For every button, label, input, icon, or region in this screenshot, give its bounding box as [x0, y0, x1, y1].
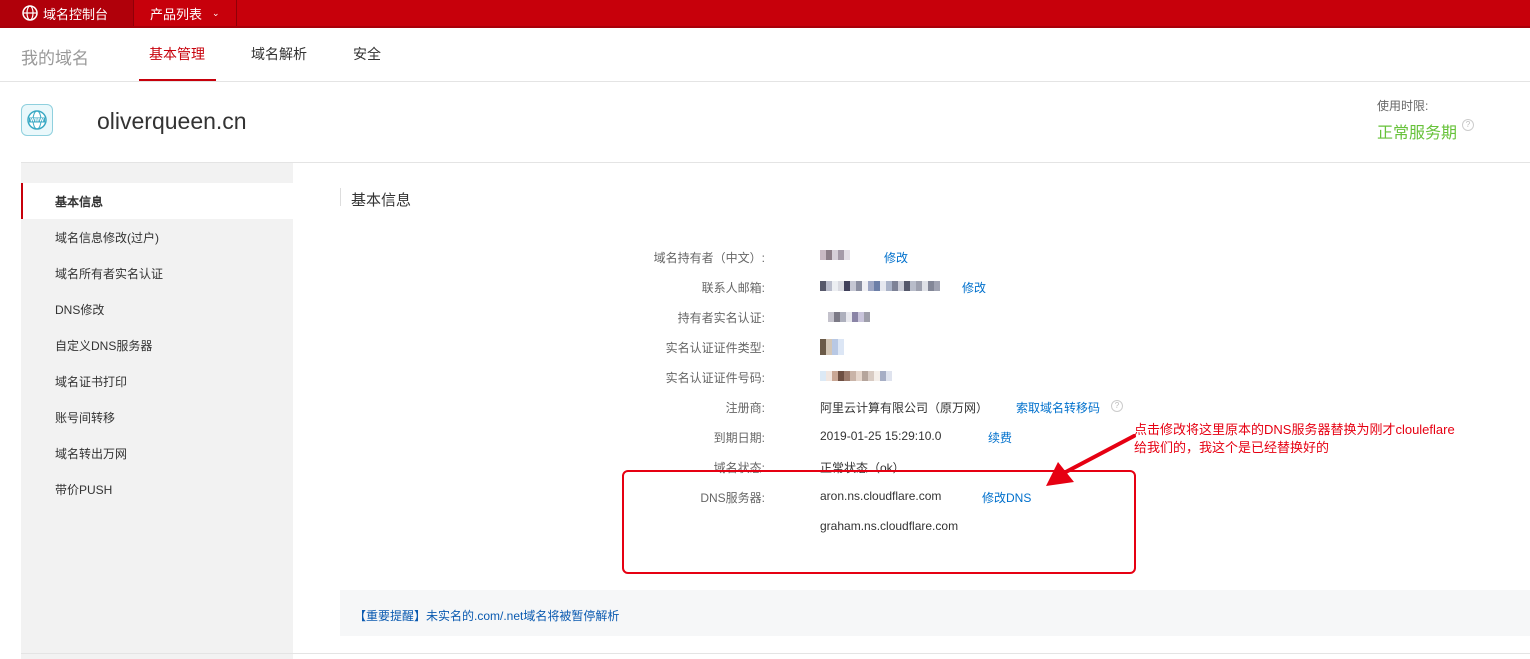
email-modify-link[interactable]: 修改	[962, 279, 986, 296]
annotation-arrow-icon	[1046, 434, 1136, 486]
help-question-icon[interactable]: ?	[1111, 400, 1123, 412]
realname-label: 持有者实名认证:	[677, 311, 765, 325]
sidebar: 基本信息 域名信息修改(过户) 域名所有者实名认证 DNS修改 自定义DNS服务…	[21, 163, 293, 659]
sidebar-item-dns-modify[interactable]: DNS修改	[21, 291, 293, 327]
sidebar-item-modify-info[interactable]: 域名信息修改(过户)	[21, 219, 293, 255]
domain-name: oliverqueen.cn	[97, 108, 247, 134]
redacted-cert-type	[820, 339, 844, 355]
use-period-label: 使用时限:	[1377, 99, 1429, 113]
holder-modify-link[interactable]: 修改	[884, 249, 908, 266]
annotation-text: 点击修改将这里原本的DNS服务器替换为刚才clouleflare 给我们的，我这…	[1134, 421, 1455, 457]
email-label: 联系人邮箱:	[701, 281, 765, 295]
expiry-label: 到期日期:	[713, 431, 765, 445]
page-nav: 我的域名 基本管理 域名解析 安全	[0, 28, 1530, 82]
important-notice: 【重要提醒】未实名的.com/.net域名将被暂停解析	[340, 590, 1530, 636]
chevron-down-icon: ⌄	[212, 7, 220, 18]
registrar-value: 阿里云计算有限公司（原万网）	[820, 401, 989, 415]
console-home-link[interactable]: 域名控制台	[0, 0, 134, 26]
section-title: 基本信息	[351, 192, 412, 209]
cert-type-label: 实名认证证件类型:	[665, 341, 765, 355]
cert-no-label: 实名认证证件号码:	[665, 371, 765, 385]
request-transfer-code-link[interactable]: 索取域名转移码	[1016, 399, 1100, 416]
tab-security[interactable]: 安全	[353, 44, 381, 64]
page-title: 我的域名	[21, 49, 89, 68]
use-period-status: 正常服务期	[1377, 125, 1458, 142]
product-menu-button[interactable]: 产品列表 ⌄	[134, 0, 237, 26]
tab-dns-resolution[interactable]: 域名解析	[251, 44, 307, 64]
console-label: 域名控制台	[43, 6, 109, 22]
redacted-email	[820, 281, 940, 291]
annotation-line-2: 给我们的，我这个是已经替换好的	[1134, 440, 1330, 455]
product-menu-label: 产品列表	[150, 6, 203, 22]
redacted-holder	[820, 250, 850, 260]
tab-basic-management[interactable]: 基本管理	[149, 44, 205, 64]
expiry-value: 2019-01-25 15:29:10.0	[820, 429, 942, 443]
sidebar-item-realname-auth[interactable]: 域名所有者实名认证	[21, 255, 293, 291]
holder-label: 域名持有者（中文）:	[653, 251, 765, 265]
section-title-marker	[340, 188, 341, 206]
help-question-icon[interactable]: ?	[1462, 119, 1474, 131]
redacted-realname	[828, 312, 870, 322]
divider	[21, 653, 1530, 654]
renew-link[interactable]: 续费	[988, 429, 1012, 446]
sidebar-item-transfer-out[interactable]: 域名转出万网	[21, 435, 293, 471]
notice-text[interactable]: 【重要提醒】未实名的.com/.net域名将被暂停解析	[354, 607, 619, 624]
annotation-line-1: 点击修改将这里原本的DNS服务器替换为刚才clouleflare	[1134, 422, 1455, 437]
active-tab-indicator	[139, 79, 216, 81]
registrar-label: 注册商:	[725, 401, 765, 415]
globe-icon	[22, 5, 38, 21]
sidebar-item-custom-dns[interactable]: 自定义DNS服务器	[21, 327, 293, 363]
www-globe-icon: WWW	[21, 104, 53, 136]
sidebar-item-price-push[interactable]: 带价PUSH	[21, 471, 293, 507]
top-bar: 域名控制台 产品列表 ⌄	[0, 0, 1530, 28]
sidebar-item-account-transfer[interactable]: 账号间转移	[21, 399, 293, 435]
sidebar-item-basic-info[interactable]: 基本信息	[21, 183, 293, 219]
redacted-cert-no	[820, 371, 892, 381]
sidebar-item-certificate-print[interactable]: 域名证书打印	[21, 363, 293, 399]
svg-text:WWW: WWW	[30, 118, 44, 123]
